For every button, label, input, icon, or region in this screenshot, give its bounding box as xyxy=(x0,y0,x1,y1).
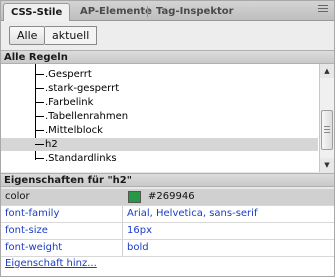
property-name: color xyxy=(5,191,30,202)
property-value[interactable]: 16px xyxy=(127,223,152,239)
tab-css-styles[interactable]: CSS-Stile xyxy=(3,3,71,21)
property-row[interactable]: font-size 16px xyxy=(1,223,334,240)
property-name: font-size xyxy=(5,225,48,236)
scroll-thumb[interactable] xyxy=(321,110,333,150)
property-value[interactable]: Arial, Helvetica, sans-serif xyxy=(127,206,257,222)
rule-item[interactable]: .Farbelink xyxy=(1,96,318,109)
rules-scrollbar[interactable]: ▲ ▼ xyxy=(319,64,334,172)
rule-item[interactable]: .stark-gesperrt xyxy=(1,82,318,95)
current-button[interactable]: aktuell xyxy=(45,26,98,45)
panel-menu-icon[interactable] xyxy=(318,5,328,15)
properties-header: Eigenschaften für "h2" xyxy=(1,173,334,187)
all-button[interactable]: Alle xyxy=(9,26,46,45)
property-row[interactable]: color #269946 xyxy=(1,189,334,206)
property-name: font-weight xyxy=(5,242,63,253)
tab-tag-inspector[interactable]: Tag-Inspektor xyxy=(149,3,241,21)
rule-item[interactable]: .Mittelblock xyxy=(1,124,318,137)
all-rules-header[interactable]: Alle Regeln xyxy=(1,50,334,64)
property-row[interactable]: font-weight bold xyxy=(1,240,334,257)
property-value[interactable]: bold xyxy=(127,240,149,256)
scroll-down-icon[interactable]: ▼ xyxy=(320,158,334,172)
rule-item-selected[interactable]: h2 xyxy=(1,138,318,151)
css-styles-panel: CSS-Stile AP-Elemente Tag-Inspektor Alle… xyxy=(0,0,335,277)
rule-item[interactable]: .Gesperrt xyxy=(1,68,318,81)
scroll-up-icon[interactable]: ▲ xyxy=(320,64,334,78)
property-row[interactable]: font-family Arial, Helvetica, sans-serif xyxy=(1,206,334,223)
add-property-link[interactable]: Eigenschaft hinz... xyxy=(5,258,97,269)
properties-table: color #269946 font-family Arial, Helveti… xyxy=(1,189,334,276)
tab-separator xyxy=(147,6,148,17)
property-value[interactable]: #269946 xyxy=(148,189,195,205)
rule-item[interactable]: .Tabellenrahmen xyxy=(1,110,318,123)
color-swatch[interactable] xyxy=(128,191,141,203)
panel-tab-bar: CSS-Stile AP-Elemente Tag-Inspektor xyxy=(1,1,334,21)
mode-toolbar: Alle aktuell xyxy=(1,21,334,50)
rule-item[interactable]: .Standardlinks xyxy=(1,152,318,165)
property-name: font-family xyxy=(5,208,60,219)
rules-tree[interactable]: .Gesperrt .stark-gesperrt .Farbelink .Ta… xyxy=(1,64,334,172)
